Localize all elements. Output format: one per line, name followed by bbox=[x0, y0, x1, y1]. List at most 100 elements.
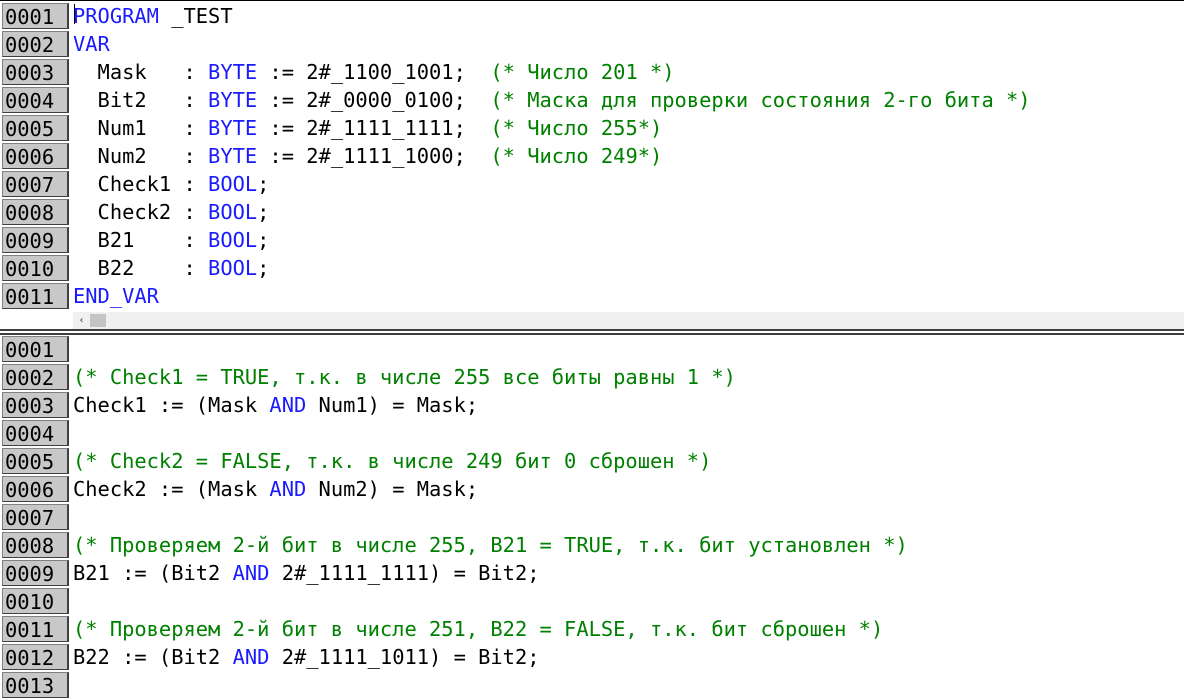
scrollbar-thumb[interactable] bbox=[90, 314, 106, 327]
keyword-token: BYTE bbox=[208, 60, 258, 84]
code-text[interactable]: B22 : BOOL; bbox=[73, 254, 270, 282]
keyword-token: AND bbox=[269, 393, 307, 417]
line-number: 0008 bbox=[2, 199, 69, 225]
code-line[interactable]: 0001 bbox=[0, 335, 1184, 363]
keyword-token: BOOL bbox=[208, 172, 258, 196]
horizontal-scrollbar[interactable]: ‹ bbox=[73, 312, 1184, 329]
keyword-token: PROGRAM bbox=[73, 4, 159, 28]
code-token: Check1 := (Mask bbox=[73, 393, 270, 417]
code-text[interactable]: PROGRAM _TEST bbox=[73, 2, 233, 30]
line-number: 0010 bbox=[2, 588, 69, 614]
keyword-token: BYTE bbox=[208, 144, 258, 168]
code-token: Check1 : bbox=[73, 172, 209, 196]
keyword-token: END_VAR bbox=[73, 284, 159, 308]
line-number: 0013 bbox=[2, 672, 69, 698]
code-token: Num1 : bbox=[73, 116, 209, 140]
code-line[interactable]: 0008 (* Проверяем 2-й бит в числе 255, B2… bbox=[0, 531, 1184, 559]
comment-token: (* Число 255*) bbox=[490, 116, 663, 140]
code-line[interactable]: 0012 B22 := (Bit2 AND 2#_1111_1011) = Bit… bbox=[0, 643, 1184, 671]
line-number: 0001 bbox=[2, 336, 69, 362]
code-token: := 2#_0000_0100; bbox=[257, 88, 491, 112]
code-line[interactable]: 0002 (* Check1 = TRUE, т.к. в числе 255 в… bbox=[0, 363, 1184, 391]
line-number: 0005 bbox=[2, 115, 69, 141]
line-number: 0005 bbox=[2, 448, 69, 474]
code-token: Check2 := (Mask bbox=[73, 477, 270, 501]
code-token: Check2 : bbox=[73, 200, 209, 224]
code-text[interactable]: Num2 : BYTE := 2#_1111_1000; (* Число 24… bbox=[73, 142, 663, 170]
code-line[interactable]: 0009 B21 := (Bit2 AND 2#_1111_1111) = Bit… bbox=[0, 559, 1184, 587]
keyword-token: AND bbox=[232, 561, 270, 585]
scrollbar-gutter-filler bbox=[0, 312, 73, 329]
comment-token: (* Check1 = TRUE, т.к. в числе 255 все б… bbox=[73, 365, 736, 389]
code-token: B22 := (Bit2 bbox=[73, 645, 233, 669]
code-text[interactable]: B21 : BOOL; bbox=[73, 226, 270, 254]
code-text[interactable]: (* Проверяем 2-й бит в числе 255, B21 = … bbox=[73, 531, 908, 559]
declaration-editor[interactable]: 0001 PROGRAM _TEST 0002 VAR 0003 Mask : BYTE… bbox=[0, 0, 1184, 312]
code-line[interactable]: 0006 Check2 := (Mask AND Num2) = Mask; bbox=[0, 475, 1184, 503]
code-token: Num2 : bbox=[73, 144, 209, 168]
code-text[interactable]: VAR bbox=[73, 30, 110, 58]
code-line[interactable]: 0010 bbox=[0, 587, 1184, 615]
code-token: := 2#_1111_1000; bbox=[257, 144, 491, 168]
code-line[interactable]: 0008 Check2 : BOOL; bbox=[0, 198, 1184, 226]
line-number: 0003 bbox=[2, 392, 69, 418]
code-line[interactable]: 0001 PROGRAM _TEST bbox=[0, 2, 1184, 30]
line-number: 0011 bbox=[2, 616, 69, 642]
code-text[interactable]: B21 := (Bit2 AND 2#_1111_1111) = Bit2; bbox=[73, 559, 540, 587]
code-text[interactable]: Check2 := (Mask AND Num2) = Mask; bbox=[73, 475, 478, 503]
code-text[interactable]: (* Check1 = TRUE, т.к. в числе 255 все б… bbox=[73, 363, 736, 391]
code-line[interactable]: 0007 bbox=[0, 503, 1184, 531]
comment-token: (* Число 249*) bbox=[490, 144, 663, 168]
line-number: 0001 bbox=[2, 3, 69, 29]
code-line[interactable]: 0004 bbox=[0, 419, 1184, 447]
line-number: 0004 bbox=[2, 87, 69, 113]
code-line[interactable]: 0010 B22 : BOOL; bbox=[0, 254, 1184, 282]
comment-token: (* Маска для проверки состояния 2-го бит… bbox=[490, 88, 1031, 112]
code-token: B21 := (Bit2 bbox=[73, 561, 233, 585]
body-editor[interactable]: 0001 0002 (* Check1 = TRUE, т.к. в числе 2… bbox=[0, 335, 1184, 699]
keyword-token: BOOL bbox=[208, 200, 258, 224]
code-token: B21 : bbox=[73, 228, 209, 252]
comment-token: (* Проверяем 2-й бит в числе 251, B22 = … bbox=[73, 617, 884, 641]
code-text[interactable]: (* Проверяем 2-й бит в числе 251, B22 = … bbox=[73, 615, 883, 643]
line-number: 0008 bbox=[2, 532, 69, 558]
line-number: 0009 bbox=[2, 227, 69, 253]
code-token: Mask : bbox=[73, 60, 209, 84]
code-text[interactable]: END_VAR bbox=[73, 282, 159, 310]
text-cursor bbox=[74, 4, 75, 24]
code-text[interactable]: Mask : BYTE := 2#_1100_1001; (* Число 20… bbox=[73, 58, 675, 86]
code-line[interactable]: 0003 Mask : BYTE := 2#_1100_1001; (* Чис… bbox=[0, 58, 1184, 86]
scroll-left-arrow-icon[interactable]: ‹ bbox=[73, 312, 90, 329]
code-token: Num2) = Mask; bbox=[306, 477, 479, 501]
line-number: 0009 bbox=[2, 560, 69, 586]
code-line[interactable]: 0003 Check1 := (Mask AND Num1) = Mask; bbox=[0, 391, 1184, 419]
keyword-token: BOOL bbox=[208, 228, 258, 252]
keyword-token: AND bbox=[232, 645, 270, 669]
code-token: 2#_1111_1011) = Bit2; bbox=[269, 645, 540, 669]
keyword-token: AND bbox=[269, 477, 307, 501]
code-line[interactable]: 0002 VAR bbox=[0, 30, 1184, 58]
code-line[interactable]: 0005 (* Check2 = FALSE, т.к. в числе 249 … bbox=[0, 447, 1184, 475]
code-line[interactable]: 0009 B21 : BOOL; bbox=[0, 226, 1184, 254]
code-token: B22 : bbox=[73, 256, 209, 280]
keyword-token: BYTE bbox=[208, 88, 258, 112]
code-text[interactable]: Check1 : BOOL; bbox=[73, 170, 270, 198]
code-line[interactable]: 0007 Check1 : BOOL; bbox=[0, 170, 1184, 198]
code-text[interactable]: Num1 : BYTE := 2#_1111_1111; (* Число 25… bbox=[73, 114, 663, 142]
code-text[interactable]: Bit2 : BYTE := 2#_0000_0100; (* Маска дл… bbox=[73, 86, 1031, 114]
line-number: 0007 bbox=[2, 504, 69, 530]
code-line[interactable]: 0004 Bit2 : BYTE := 2#_0000_0100; (* Мас… bbox=[0, 86, 1184, 114]
line-number: 0006 bbox=[2, 476, 69, 502]
code-text[interactable]: (* Check2 = FALSE, т.к. в числе 249 бит … bbox=[73, 447, 711, 475]
code-text[interactable]: Check1 := (Mask AND Num1) = Mask; bbox=[73, 391, 478, 419]
code-line[interactable]: 0006 Num2 : BYTE := 2#_1111_1000; (* Чис… bbox=[0, 142, 1184, 170]
code-text[interactable]: B22 := (Bit2 AND 2#_1111_1011) = Bit2; bbox=[73, 643, 540, 671]
code-line[interactable]: 0013 bbox=[0, 671, 1184, 699]
code-line[interactable]: 0011 (* Проверяем 2-й бит в числе 251, B2… bbox=[0, 615, 1184, 643]
keyword-token: BYTE bbox=[208, 116, 258, 140]
code-line[interactable]: 0005 Num1 : BYTE := 2#_1111_1111; (* Чис… bbox=[0, 114, 1184, 142]
code-line[interactable]: 0011 END_VAR bbox=[0, 282, 1184, 310]
comment-token: (* Число 201 *) bbox=[490, 60, 675, 84]
line-number: 0007 bbox=[2, 171, 69, 197]
code-text[interactable]: Check2 : BOOL; bbox=[73, 198, 270, 226]
